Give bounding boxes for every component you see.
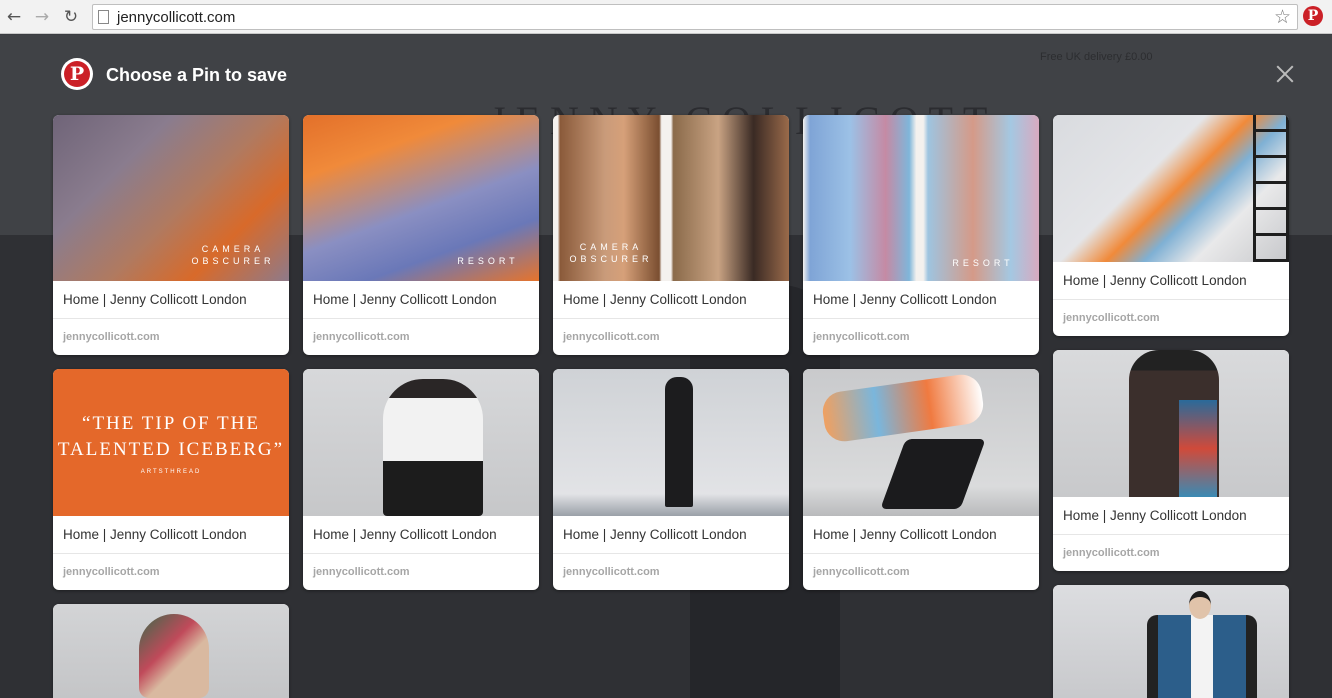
pin-image[interactable] [53,604,289,698]
pin-title: Home | Jenny Collicott London [803,281,1039,319]
pin-image[interactable]: RESORT [303,115,539,281]
pin-domain: jennycollicott.com [63,566,160,578]
pin-card[interactable] [53,604,289,698]
address-bar[interactable]: jennycollicott.com ☆ [92,4,1298,30]
pin-domain: jennycollicott.com [813,566,910,578]
browser-toolbar: ← → ↻ jennycollicott.com ☆ P [0,0,1332,34]
pin-title: Home | Jenny Collicott London [553,516,789,554]
pin-card[interactable]: Home | Jenny Collicott London jennycolli… [553,369,789,590]
pin-image-caption: CAMERA OBSCURER [569,242,653,264]
address-url[interactable]: jennycollicott.com [117,9,235,26]
pin-image-quote: “THE TIP OF THE TALENTED ICEBERG” [57,413,285,460]
pin-image[interactable] [803,369,1039,516]
pin-image[interactable] [1053,585,1289,698]
pin-title: Home | Jenny Collicott London [1053,497,1289,535]
pin-card[interactable]: Home | Jenny Collicott London jennycolli… [803,369,1039,590]
pin-title: Home | Jenny Collicott London [303,281,539,319]
pin-domain: jennycollicott.com [563,331,660,343]
pin-image[interactable] [1053,350,1289,497]
forward-arrow-icon[interactable]: → [32,7,52,27]
pin-title: Home | Jenny Collicott London [53,281,289,319]
pin-picker-header: P Choose a Pin to save [0,35,1332,115]
pin-domain: jennycollicott.com [1063,547,1160,559]
pin-card[interactable]: CAMERA OBSCURER Home | Jenny Collicott L… [53,115,289,355]
pin-image-caption: ARTSTHREAD [140,469,202,475]
pin-title: Home | Jenny Collicott London [303,516,539,554]
pin-card[interactable]: Home | Jenny Collicott London jennycolli… [1053,350,1289,571]
pin-image[interactable]: RESORT [803,115,1039,281]
pin-image[interactable] [553,369,789,516]
pin-card[interactable] [1053,585,1289,698]
pin-image[interactable]: “THE TIP OF THE TALENTED ICEBERG” ARTSTH… [53,369,289,516]
pin-card[interactable]: “THE TIP OF THE TALENTED ICEBERG” ARTSTH… [53,369,289,590]
page-icon [98,10,109,24]
pin-image[interactable]: CAMERA OBSCURER [553,115,789,281]
back-arrow-icon[interactable]: ← [4,7,24,27]
pin-image-caption: RESORT [457,256,519,266]
pin-domain: jennycollicott.com [313,566,410,578]
pin-domain: jennycollicott.com [813,331,910,343]
pin-title: Home | Jenny Collicott London [553,281,789,319]
pin-title: Home | Jenny Collicott London [53,516,289,554]
pin-title: Home | Jenny Collicott London [803,516,1039,554]
pin-card[interactable]: Home | Jenny Collicott London jennycolli… [1053,115,1289,336]
pin-image[interactable] [1053,115,1289,262]
pin-card[interactable]: RESORT Home | Jenny Collicott London jen… [803,115,1039,355]
pinterest-logo-icon: P [61,58,93,90]
pin-image[interactable]: CAMERA OBSCURER [53,115,289,281]
modal-title: Choose a Pin to save [106,65,288,85]
close-icon[interactable] [1272,61,1298,87]
pin-card[interactable]: RESORT Home | Jenny Collicott London jen… [303,115,539,355]
bookmark-star-icon[interactable]: ☆ [1274,6,1291,28]
pin-domain: jennycollicott.com [63,331,160,343]
pin-image-caption: CAMERA OBSCURER [191,244,275,266]
pin-domain: jennycollicott.com [313,331,410,343]
pin-card[interactable]: Home | Jenny Collicott London jennycolli… [303,369,539,590]
pinterest-extension-icon[interactable]: P [1303,6,1323,26]
pin-image-caption: RESORT [952,258,1014,268]
pin-card[interactable]: CAMERA OBSCURER Home | Jenny Collicott L… [553,115,789,355]
pin-title: Home | Jenny Collicott London [1053,262,1289,300]
pin-domain: jennycollicott.com [1063,312,1160,324]
reload-icon[interactable]: ↻ [61,7,81,27]
pin-image[interactable] [303,369,539,516]
pin-domain: jennycollicott.com [563,566,660,578]
